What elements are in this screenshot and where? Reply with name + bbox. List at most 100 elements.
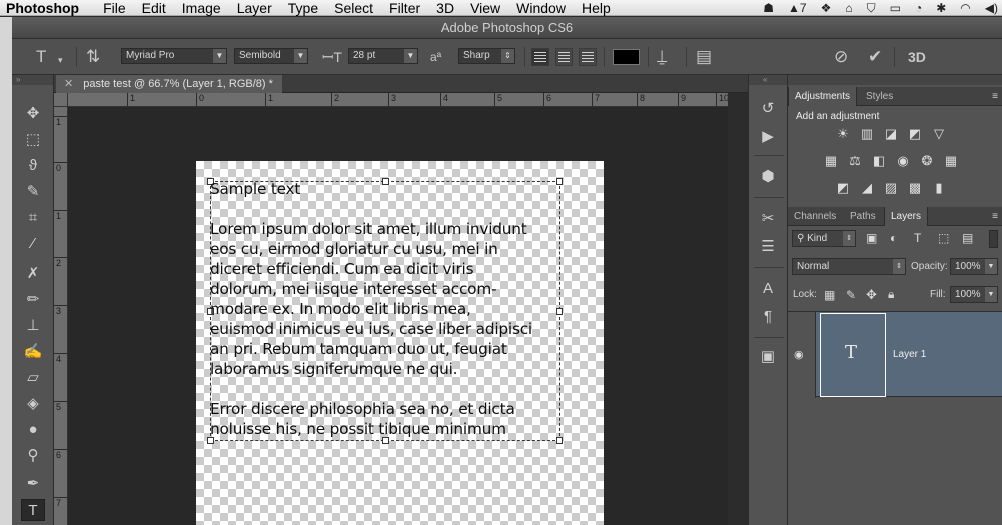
- exposure-icon[interactable]: ◩: [906, 127, 924, 141]
- document-canvas[interactable]: Sample text Lorem ipsum dolor sit amet, …: [196, 161, 604, 525]
- font-family-select[interactable]: Myriad Pro ▼: [121, 48, 227, 64]
- lasso-tool-icon[interactable]: ϑ: [21, 155, 45, 177]
- hue-saturation-icon[interactable]: ▦: [822, 154, 840, 168]
- dock-grip[interactable]: «: [749, 75, 787, 85]
- tab-channels[interactable]: Channels: [788, 207, 842, 226]
- panel-menu-icon[interactable]: ≡: [992, 91, 998, 102]
- clone-stamp-tool-icon[interactable]: ⊥: [21, 315, 45, 337]
- panel-menu-icon[interactable]: ≡: [992, 211, 998, 222]
- color-balance-icon[interactable]: ⚖: [846, 154, 864, 168]
- posterize-icon[interactable]: ◢: [858, 181, 876, 195]
- black-white-icon[interactable]: ◧: [870, 154, 888, 168]
- layer-name[interactable]: Layer 1: [893, 349, 926, 360]
- document-tab[interactable]: ✕ paste test @ 66.7% (Layer 1, RGB/8) *: [56, 75, 282, 93]
- preset-dropdown-icon[interactable]: ▾: [58, 51, 63, 69]
- photo-filter-icon[interactable]: ◉: [894, 154, 912, 168]
- app-menu[interactable]: Photoshop: [0, 0, 95, 16]
- selective-color-icon[interactable]: ▮: [930, 181, 948, 195]
- menu-type[interactable]: Type: [280, 0, 326, 16]
- layer-thumbnail[interactable]: T: [820, 313, 886, 397]
- lock-pixels-icon[interactable]: ✎: [846, 288, 856, 302]
- invert-icon[interactable]: ◩: [834, 181, 852, 195]
- user-icon[interactable]: ☗: [763, 1, 774, 15]
- vibrance-icon[interactable]: ▽: [930, 127, 948, 141]
- type-filter-icon[interactable]: T: [914, 231, 921, 245]
- brush-panel-icon[interactable]: ✂: [757, 209, 779, 229]
- shield-icon[interactable]: ⛉: [867, 1, 876, 16]
- eyedropper-tool-icon[interactable]: ⁄: [21, 233, 45, 255]
- font-style-select[interactable]: Semibold ▼: [234, 48, 308, 64]
- pixel-filter-icon[interactable]: ▣: [866, 231, 877, 245]
- filter-toggle[interactable]: [989, 230, 998, 248]
- align-left-button[interactable]: [531, 48, 549, 66]
- menu-filter[interactable]: Filter: [381, 0, 428, 16]
- crop-tool-icon[interactable]: ⌗: [21, 207, 45, 229]
- opacity-field[interactable]: 100% ▼: [950, 258, 998, 275]
- align-right-button[interactable]: [579, 48, 597, 66]
- warp-text-icon[interactable]: ⍊: [657, 48, 667, 66]
- color-lookup-icon[interactable]: ▦: [942, 154, 960, 168]
- anti-alias-select[interactable]: Sharp ⇕: [458, 48, 515, 64]
- wifi-icon[interactable]: ◠: [960, 1, 970, 15]
- vertical-ruler[interactable]: 1 0 1 2 3 4 5 6 7: [54, 107, 68, 525]
- menu-file[interactable]: File: [95, 0, 134, 16]
- text-color-swatch[interactable]: [613, 49, 640, 65]
- vertical-scrollbar[interactable]: [728, 93, 748, 525]
- text-orientation-icon[interactable]: ⇅: [86, 48, 100, 66]
- eye-icon[interactable]: ◉: [794, 348, 804, 361]
- blend-mode-select[interactable]: Normal ⇕: [792, 258, 906, 275]
- menu-select[interactable]: Select: [326, 0, 381, 16]
- dropbox-icon[interactable]: ❖: [821, 1, 832, 15]
- character-panel-icon[interactable]: A: [757, 279, 779, 299]
- smart-object-filter-icon[interactable]: ▤: [962, 231, 973, 245]
- menu-help[interactable]: Help: [574, 0, 619, 16]
- quick-select-tool-icon[interactable]: ✎: [21, 181, 45, 203]
- channel-mixer-icon[interactable]: ❂: [918, 154, 936, 168]
- toolbox-grip[interactable]: »: [12, 75, 53, 85]
- paragraph-panel-icon[interactable]: ¶: [757, 307, 779, 327]
- menu-image[interactable]: Image: [174, 0, 229, 16]
- adobe-icon[interactable]: ▲7: [788, 1, 807, 15]
- fill-field[interactable]: 100% ▼: [950, 286, 998, 303]
- ruler-origin[interactable]: [54, 93, 68, 107]
- tab-layers[interactable]: Layers: [884, 207, 929, 226]
- font-size-select[interactable]: 28 pt ▼: [348, 48, 418, 64]
- shape-filter-icon[interactable]: ⬚: [938, 231, 949, 245]
- text-layer-content[interactable]: Sample text Lorem ipsum dolor sit amet, …: [210, 179, 572, 459]
- paint-bucket-tool-icon[interactable]: ◈: [21, 393, 45, 415]
- home-icon[interactable]: ⌂: [845, 1, 852, 15]
- 3d-button[interactable]: 3D: [908, 48, 926, 66]
- pen-tool-icon[interactable]: ✒: [21, 473, 45, 495]
- canvas-area[interactable]: Sample text Lorem ipsum dolor sit amet, …: [68, 107, 728, 525]
- gradient-map-icon[interactable]: ▩: [906, 181, 924, 195]
- brush-presets-icon[interactable]: ☰: [757, 237, 779, 257]
- eraser-tool-icon[interactable]: ▱: [21, 367, 45, 389]
- healing-brush-tool-icon[interactable]: ✗: [21, 263, 45, 285]
- horizontal-ruler[interactable]: 1 0 1 2 3 4 5 6 7 8 9 10: [68, 93, 728, 107]
- tab-styles[interactable]: Styles: [860, 87, 899, 106]
- move-tool-icon[interactable]: ✥: [21, 103, 45, 125]
- history-panel-icon[interactable]: ↺: [757, 99, 779, 119]
- actions-panel-icon[interactable]: ▶: [757, 127, 779, 147]
- blur-tool-icon[interactable]: ●: [21, 419, 45, 441]
- menu-window[interactable]: Window: [508, 0, 574, 16]
- tab-paths[interactable]: Paths: [844, 207, 882, 226]
- levels-icon[interactable]: ▥: [858, 127, 876, 141]
- threshold-icon[interactable]: ▨: [882, 181, 900, 195]
- layer-filter-kind-select[interactable]: ⚲ Kind ⇕: [792, 230, 856, 247]
- dodge-tool-icon[interactable]: ⚲: [21, 445, 45, 467]
- close-icon[interactable]: ✕: [64, 78, 73, 90]
- menu-layer[interactable]: Layer: [229, 0, 280, 16]
- panels-grip[interactable]: [788, 75, 1002, 85]
- lock-transparency-icon[interactable]: ▦: [824, 288, 835, 302]
- time-machine-icon[interactable]: ◔: [915, 1, 922, 15]
- brush-tool-icon[interactable]: ✏: [21, 289, 45, 311]
- adjustment-filter-icon[interactable]: ◐: [890, 231, 897, 245]
- curves-icon[interactable]: ◪: [882, 127, 900, 141]
- menu-3d[interactable]: 3D: [428, 0, 462, 16]
- brightness-contrast-icon[interactable]: ☀: [834, 127, 852, 141]
- notes-panel-icon[interactable]: ▣: [757, 347, 779, 367]
- volume-icon[interactable]: ◀): [985, 1, 998, 15]
- history-brush-tool-icon[interactable]: ✍: [21, 341, 45, 363]
- display-icon[interactable]: ▭: [890, 1, 901, 15]
